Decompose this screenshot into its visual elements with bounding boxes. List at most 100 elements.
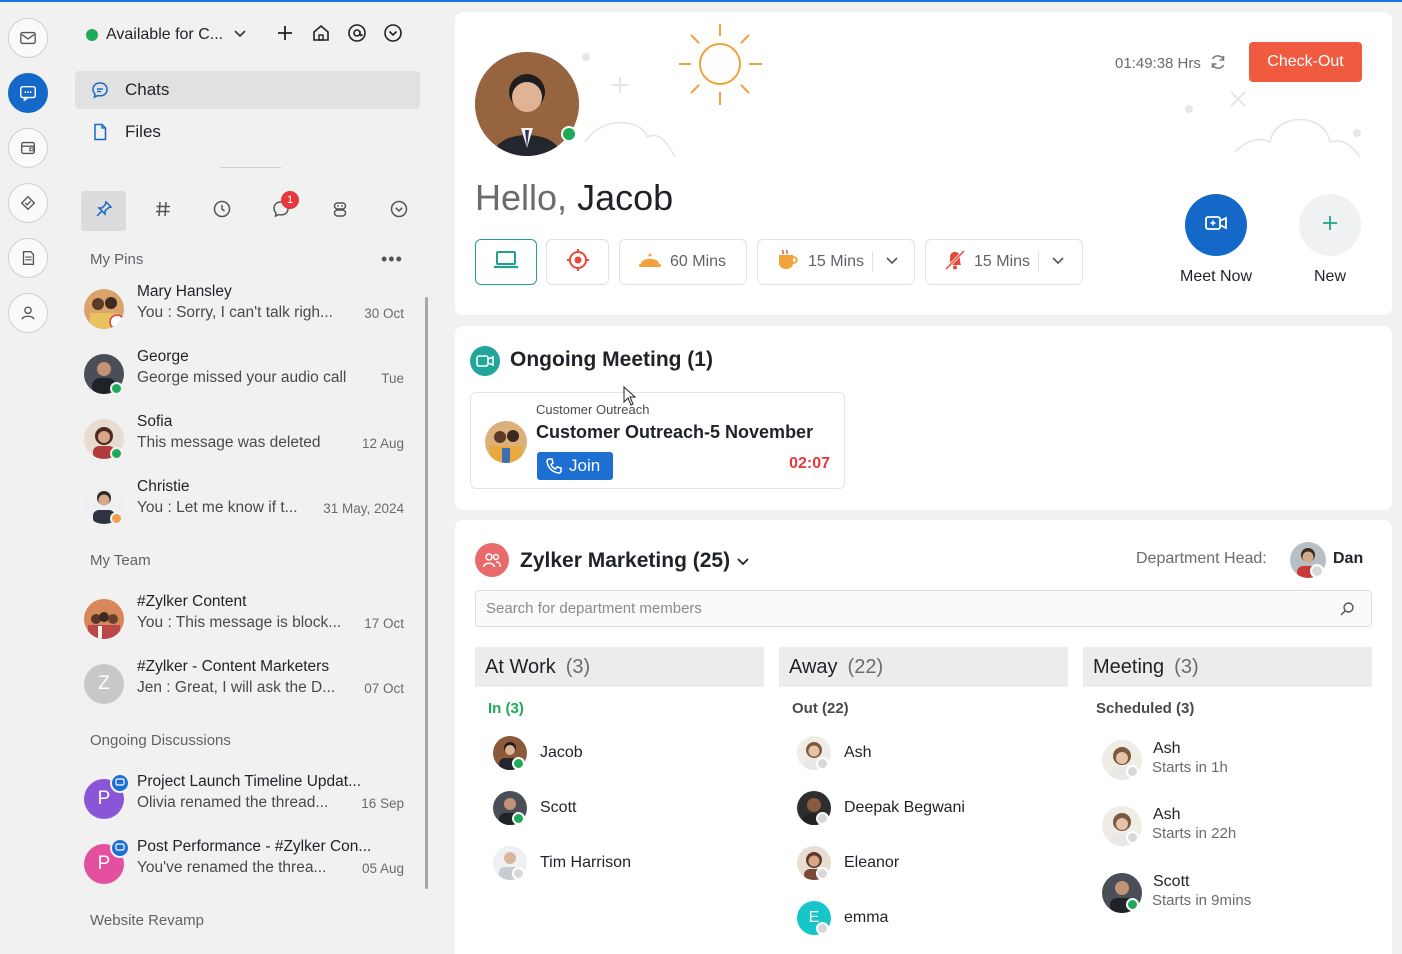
chat-name: Mary Hansley [137,283,232,300]
offline-status-dot [1310,564,1324,578]
meeting-item[interactable]: Customer Outreach Customer Outreach-5 No… [470,392,845,489]
greeting-hello: Hello, [475,177,568,218]
join-button[interactable]: Join [537,452,613,480]
focus-mode-button[interactable] [546,239,609,285]
filter-recent[interactable] [199,191,244,231]
avatar [84,289,124,329]
chat-time: 16 Sep [361,796,404,811]
chat-name: #Zylker - Content Marketers [137,658,330,675]
list-item[interactable]: #Zylker Content You : This message is bl… [84,593,404,649]
column-away[interactable]: Away (22) [779,647,1068,687]
online-status-dot [110,447,123,460]
filter-bots[interactable] [317,191,362,231]
meeting-start: Starts in 22h [1152,825,1237,842]
ongoing-meeting-title: Ongoing Meeting (1) [510,348,713,371]
list-item[interactable]: Sofia This message was deleted 12 Aug [84,413,404,469]
new-label: New [1313,268,1346,285]
phone-icon [545,457,563,475]
filter-unread[interactable]: 1 [258,191,303,231]
chevron-down-icon[interactable] [885,253,899,272]
chat-time: Tue [381,371,404,386]
work-mode-desk-button[interactable] [475,239,537,285]
shift-timer-value: 01:49:38 Hrs [1115,54,1201,72]
meeting-elapsed: 02:07 [789,455,830,472]
chat-bubble-icon [91,81,109,99]
chat-name: #Zylker Content [137,593,247,610]
home-icon[interactable] [310,22,332,44]
chat-preview: George missed your audio call [137,369,347,386]
list-item[interactable]: Mary Hansley You : Sorry, I can't talk r… [84,283,404,339]
mail-icon[interactable] [8,18,48,58]
shift-timer: 01:49:38 Hrs [1115,53,1227,75]
chevron-down-icon [233,26,247,45]
member-name: Ash [1153,806,1181,823]
member-name: Eleanor [844,854,900,871]
cursor-arrow-icon [623,385,637,411]
department-selector[interactable]: Zylker Marketing (25) [520,549,750,573]
wallet-icon[interactable] [8,128,48,168]
online-status-dot [110,382,123,395]
subgroup-scheduled: Scheduled (3) [1096,700,1195,717]
target-icon [566,248,590,277]
list-item[interactable]: Z #Zylker - Content Marketers Jen : Grea… [84,658,404,714]
status-selector[interactable]: Available for C... [86,22,247,48]
filter-pins[interactable] [81,191,126,231]
unread-badge: 1 [281,191,299,209]
filter-more[interactable] [376,191,421,231]
mention-icon[interactable] [346,22,368,44]
do-not-disturb-button[interactable]: 15 Mins [925,239,1083,285]
bell-off-icon [944,249,966,276]
more-circle-icon[interactable] [382,22,404,44]
thread-icon [110,838,130,858]
member-name: Ash [1153,740,1181,757]
more-options-icon[interactable]: ••• [381,249,403,270]
away-status-dot [110,512,123,525]
column-at-work[interactable]: At Work (3) [475,647,764,687]
online-status-dot [561,126,577,142]
list-item[interactable]: George George missed your audio call Tue [84,348,404,404]
column-meeting[interactable]: Meeting (3) [1083,647,1372,687]
status-dot [86,29,98,41]
app-rail [0,2,56,954]
profile-icon[interactable] [8,293,48,333]
filter-channels[interactable] [140,191,185,231]
check-out-button[interactable]: Check-Out [1249,42,1362,82]
chevron-down-icon[interactable] [1051,253,1065,272]
online-status-dot [512,812,525,825]
status-label: Available for C... [106,26,224,43]
tag-icon[interactable] [8,183,48,223]
chat-time: 31 May, 2024 [323,501,404,516]
refresh-icon[interactable] [1209,55,1227,75]
nav-files[interactable]: Files [75,113,420,151]
lunch-break-button[interactable]: 60 Mins [619,239,747,285]
chat-name: Sofia [137,413,173,430]
dnd-label: 15 Mins [974,253,1031,270]
plus-icon[interactable] [274,22,296,44]
pin-icon [95,200,113,223]
offline-status-dot [816,812,829,825]
laptop-icon [493,250,519,275]
meet-now-label: Meet Now [1179,268,1253,285]
hash-icon [154,200,172,223]
nav-divider [221,167,281,168]
department-head-name: Dan [1333,550,1364,567]
new-button[interactable] [1299,194,1361,256]
chat-preview: Olivia renamed the thread... [137,794,329,811]
coffee-break-button[interactable]: 15 Mins [757,239,915,285]
chat-app-icon[interactable] [8,73,48,113]
meet-now-button[interactable] [1185,194,1247,256]
chat-preview: This message was deleted [137,434,321,451]
subgroup-out: Out (22) [792,700,849,717]
chat-name: Christie [137,478,190,495]
member-name: Tim Harrison [540,854,631,871]
list-item[interactable]: Christie You : Let me know if t... 31 Ma… [84,478,404,534]
list-item[interactable]: P Project Launch Timeline Updat... Olivi… [84,773,404,829]
department-search-input[interactable]: Search for department members [475,590,1372,627]
sidebar-scrollbar[interactable] [425,297,428,889]
notes-icon[interactable] [8,238,48,278]
member-name: Jacob [540,744,583,761]
chat-name: Post Performance - #Zylker Con... [137,838,372,855]
nav-chats[interactable]: Chats [75,71,420,109]
list-item[interactable]: P Post Performance - #Zylker Con... You'… [84,838,404,894]
column-title: Away [789,655,838,678]
